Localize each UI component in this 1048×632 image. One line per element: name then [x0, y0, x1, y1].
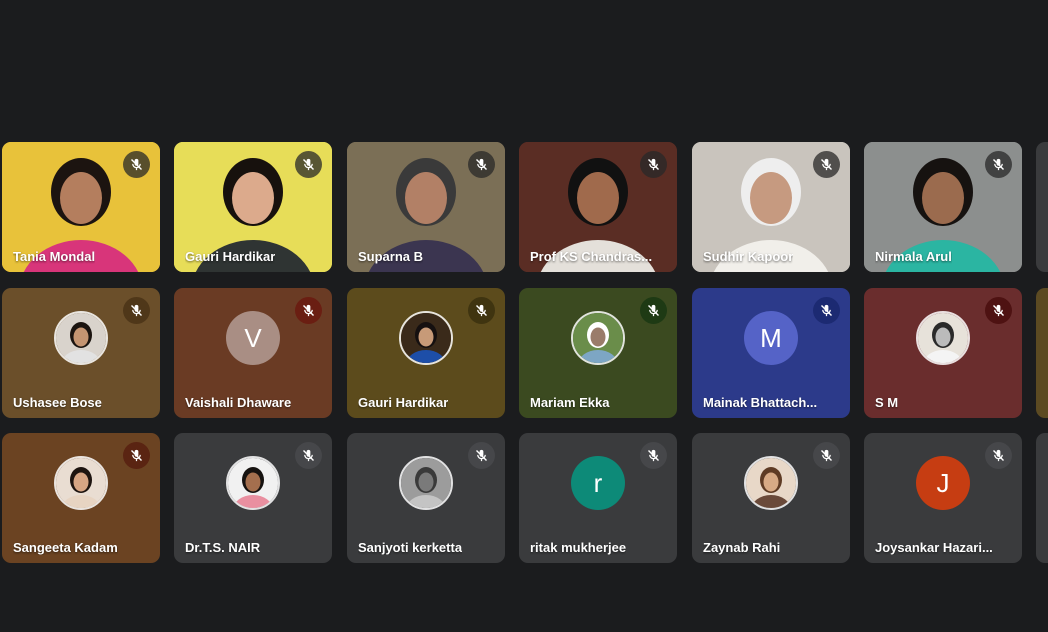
mic-off-icon[interactable]: [123, 151, 150, 178]
mic-off-icon[interactable]: [640, 151, 667, 178]
participant-tile[interactable]: Sudhir Kapoor: [692, 142, 850, 272]
participant-name: Nirmala Arul: [875, 249, 952, 264]
participant-tile[interactable]: Gauri Hardikar: [174, 142, 332, 272]
participant-tile[interactable]: Suparna B: [347, 142, 505, 272]
avatar: M: [744, 311, 798, 365]
participant-name: Sanjyoti kerketta: [358, 540, 463, 555]
participant-name: Suparna B: [358, 249, 424, 264]
participant-name: Mariam Ekka: [530, 395, 610, 410]
mic-off-icon[interactable]: [468, 151, 495, 178]
participant-name: Zaynab Rahi: [703, 540, 781, 555]
participant-name: Prof KS Chandras...: [530, 249, 653, 264]
avatar: V: [226, 311, 280, 365]
participant-tile[interactable]: Mariam Ekka: [519, 288, 677, 418]
mic-off-icon[interactable]: [985, 297, 1012, 324]
participant-tile[interactable]: Tania Mondal: [2, 142, 160, 272]
participant-tile-partial[interactable]: [1036, 288, 1048, 418]
mic-off-icon[interactable]: [985, 151, 1012, 178]
participant-name: Ushasee Bose: [13, 395, 102, 410]
participant-name: Dr.T.S. NAIR: [185, 540, 261, 555]
avatar: [571, 311, 625, 365]
participant-name: Sangeeta Kadam: [13, 540, 118, 555]
avatar: r: [571, 456, 625, 510]
avatar: [744, 456, 798, 510]
mic-off-icon[interactable]: [640, 297, 667, 324]
mic-off-icon[interactable]: [295, 442, 322, 469]
participant-tile[interactable]: Prof KS Chandras...: [519, 142, 677, 272]
mic-off-icon[interactable]: [985, 442, 1012, 469]
mic-off-icon[interactable]: [468, 442, 495, 469]
participant-name: Vaishali Dhaware: [185, 395, 292, 410]
participant-tile[interactable]: S M: [864, 288, 1022, 418]
participant-name: Mainak Bhattach...: [703, 395, 818, 410]
participant-tile[interactable]: Nirmala Arul: [864, 142, 1022, 272]
avatar: [54, 456, 108, 510]
mic-off-icon[interactable]: [813, 297, 840, 324]
participant-tile-partial[interactable]: [1036, 433, 1048, 563]
participant-tile[interactable]: r ritak mukherjee: [519, 433, 677, 563]
participant-name: ritak mukherjee: [530, 540, 627, 555]
participant-tile-partial[interactable]: [1036, 142, 1048, 272]
participant-tile[interactable]: V Vaishali Dhaware: [174, 288, 332, 418]
participant-tile[interactable]: M Mainak Bhattach...: [692, 288, 850, 418]
mic-off-icon[interactable]: [640, 442, 667, 469]
mic-off-icon[interactable]: [295, 151, 322, 178]
participant-tile[interactable]: Sangeeta Kadam: [2, 433, 160, 563]
participant-name: Sudhir Kapoor: [703, 249, 794, 264]
participant-tile[interactable]: Gauri Hardikar: [347, 288, 505, 418]
participant-name: Joysankar Hazari...: [875, 540, 993, 555]
participant-tile[interactable]: Ushasee Bose: [2, 288, 160, 418]
mic-off-icon[interactable]: [123, 297, 150, 324]
mic-off-icon[interactable]: [123, 442, 150, 469]
participant-tile[interactable]: Dr.T.S. NAIR: [174, 433, 332, 563]
avatar: [399, 456, 453, 510]
mic-off-icon[interactable]: [468, 297, 495, 324]
participant-name: S M: [875, 395, 899, 410]
avatar: J: [916, 456, 970, 510]
participant-tile[interactable]: Sanjyoti kerketta: [347, 433, 505, 563]
avatar: [916, 311, 970, 365]
avatar: [399, 311, 453, 365]
avatar: [226, 456, 280, 510]
participant-grid: Tania Mondal Gauri Hardikar Suparna B Prof …: [0, 0, 1048, 632]
avatar: [54, 311, 108, 365]
mic-off-icon[interactable]: [813, 151, 840, 178]
mic-off-icon[interactable]: [295, 297, 322, 324]
participant-name: Gauri Hardikar: [358, 395, 449, 410]
participant-tile[interactable]: Zaynab Rahi: [692, 433, 850, 563]
mic-off-icon[interactable]: [813, 442, 840, 469]
participant-tile[interactable]: J Joysankar Hazari...: [864, 433, 1022, 563]
participant-name: Gauri Hardikar: [185, 249, 276, 264]
participant-name: Tania Mondal: [13, 249, 96, 264]
